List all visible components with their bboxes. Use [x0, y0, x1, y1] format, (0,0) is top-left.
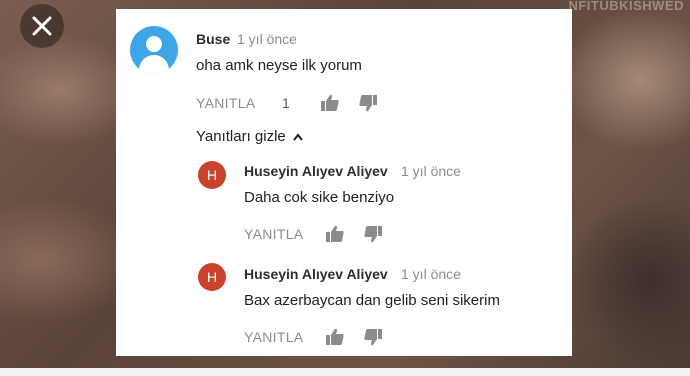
thumbs-down-icon[interactable] — [363, 327, 383, 347]
reply-text: Daha cok sike benziyo — [244, 189, 395, 206]
chevron-up-icon — [292, 132, 303, 141]
thumbs-down-icon[interactable] — [363, 224, 383, 244]
thumbs-up-icon[interactable] — [325, 224, 345, 244]
reply-time[interactable]: 1 yıl önce — [401, 266, 461, 282]
like-count: 1 — [282, 95, 290, 111]
comment-card: Buse 1 yıl önce oha amk neyse ilk yorum … — [116, 9, 572, 356]
hide-replies-toggle[interactable]: Yanıtları gizle — [196, 128, 304, 145]
comment-author[interactable]: Buse — [196, 31, 230, 47]
reply-author[interactable]: Huseyin Alıyev Aliyev — [244, 266, 388, 282]
reply-author[interactable]: Huseyin Alıyev Aliyev — [244, 163, 388, 179]
thumbs-up-icon[interactable] — [320, 93, 340, 113]
thumbs-down-icon[interactable] — [358, 93, 378, 113]
close-icon — [32, 16, 52, 36]
reply-button[interactable]: YANITLA — [196, 95, 255, 111]
reply-avatar[interactable]: H — [198, 263, 226, 291]
reply-time[interactable]: 1 yıl önce — [401, 163, 461, 179]
comment-time[interactable]: 1 yıl önce — [237, 31, 297, 47]
avatar[interactable] — [130, 26, 178, 74]
bottom-strip — [0, 368, 690, 376]
reply-button[interactable]: YANITLA — [244, 329, 303, 345]
reply-avatar[interactable]: H — [198, 161, 226, 189]
comment-text: oha amk neyse ilk yorum — [196, 57, 362, 74]
thumbs-up-icon[interactable] — [325, 327, 345, 347]
watermark: NFITUBKISHWED — [568, 0, 684, 13]
close-button[interactable] — [20, 4, 64, 48]
reply-button[interactable]: YANITLA — [244, 226, 303, 242]
hide-replies-label: Yanıtları gizle — [196, 128, 286, 145]
reply-text: Bax azerbaycan dan gelib seni sikerim — [244, 292, 500, 309]
